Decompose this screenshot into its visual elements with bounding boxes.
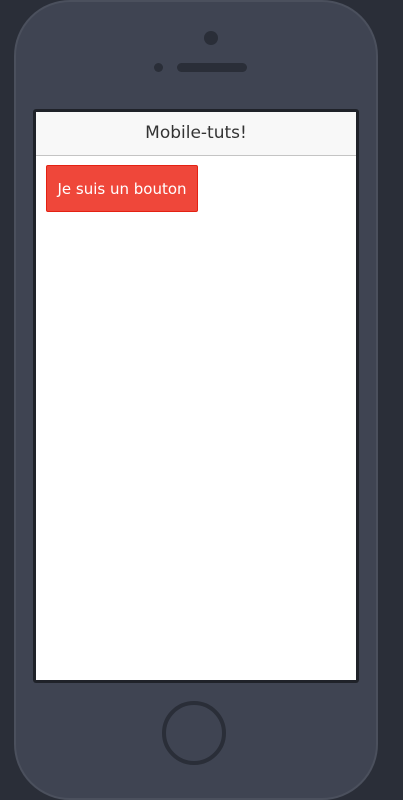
app-screen: Mobile-tuts! Je suis un bouton xyxy=(36,112,356,680)
app-header: Mobile-tuts! xyxy=(36,112,356,156)
primary-button[interactable]: Je suis un bouton xyxy=(46,165,198,212)
home-button[interactable] xyxy=(162,701,226,765)
sensor-icon xyxy=(154,63,163,72)
camera-icon xyxy=(204,31,218,45)
page-title: Mobile-tuts! xyxy=(145,123,247,143)
speaker-grille xyxy=(177,63,247,72)
